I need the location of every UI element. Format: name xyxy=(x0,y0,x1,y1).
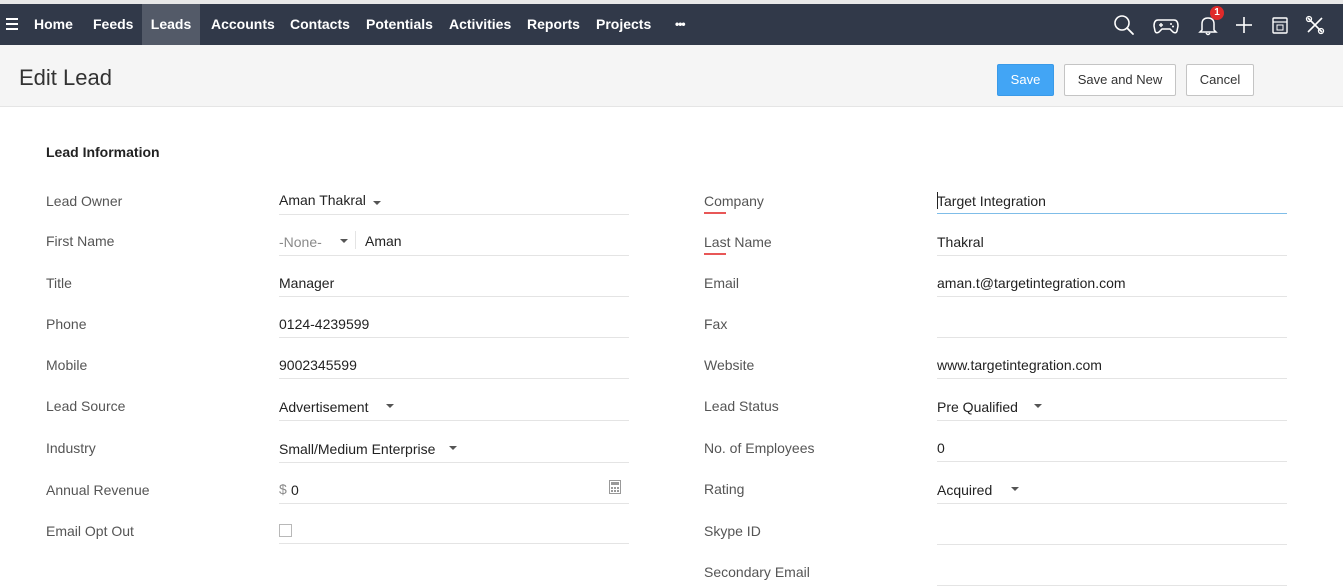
calendar-icon[interactable] xyxy=(1267,12,1293,38)
field-underline xyxy=(937,255,1287,256)
search-icon[interactable] xyxy=(1111,12,1137,38)
company-input[interactable]: Target Integration xyxy=(937,193,1046,209)
annual-revenue-label: Annual Revenue xyxy=(46,482,150,498)
title-input[interactable]: Manager xyxy=(279,275,334,291)
field-underline xyxy=(279,214,629,215)
lead-status-select[interactable]: Pre Qualified xyxy=(937,399,1018,415)
nav-home[interactable]: Home xyxy=(34,4,73,45)
chevron-down-icon[interactable] xyxy=(386,404,394,408)
notification-badge: 1 xyxy=(1210,6,1224,20)
fax-label: Fax xyxy=(704,316,728,332)
website-input[interactable]: www.targetintegration.com xyxy=(937,357,1102,373)
lead-source-label: Lead Source xyxy=(46,398,126,414)
nav-projects[interactable]: Projects xyxy=(596,4,651,45)
company-label: Company xyxy=(704,193,764,209)
save-and-new-button[interactable]: Save and New xyxy=(1064,64,1176,96)
cancel-button[interactable]: Cancel xyxy=(1186,64,1254,96)
field-underline xyxy=(279,503,629,504)
chevron-down-icon[interactable] xyxy=(373,201,381,205)
salutation-select[interactable]: -None- xyxy=(279,234,322,250)
field-underline xyxy=(279,255,629,256)
field-underline xyxy=(937,378,1287,379)
field-underline xyxy=(937,296,1287,297)
nav-feeds[interactable]: Feeds xyxy=(93,4,133,45)
required-indicator xyxy=(704,253,726,255)
save-button[interactable]: Save xyxy=(997,64,1054,96)
field-underline xyxy=(279,420,629,421)
field-underline xyxy=(937,420,1287,421)
field-underline xyxy=(279,378,629,379)
email-opt-out-label: Email Opt Out xyxy=(46,523,134,539)
required-indicator xyxy=(704,212,726,214)
phone-input[interactable]: 0124-4239599 xyxy=(279,316,369,332)
nav-reports[interactable]: Reports xyxy=(527,4,580,45)
title-label: Title xyxy=(46,275,72,291)
calculator-icon[interactable] xyxy=(609,480,621,494)
field-underline xyxy=(937,585,1287,586)
field-underline xyxy=(937,503,1287,504)
nav-accounts[interactable]: Accounts xyxy=(211,4,275,45)
phone-label: Phone xyxy=(46,316,87,332)
chevron-down-icon[interactable] xyxy=(1011,487,1019,491)
email-label: Email xyxy=(704,275,740,291)
rating-label: Rating xyxy=(704,481,745,497)
lead-owner-label: Lead Owner xyxy=(46,193,123,209)
field-underline xyxy=(937,461,1287,462)
nav-contacts[interactable]: Contacts xyxy=(290,4,350,45)
employees-input[interactable]: 0 xyxy=(937,440,945,456)
section-title: Lead Information xyxy=(46,144,160,160)
field-divider xyxy=(355,231,356,249)
first-name-label: First Name xyxy=(46,233,115,249)
lead-owner-select[interactable]: Aman Thakral xyxy=(279,192,366,208)
industry-select[interactable]: Small/Medium Enterprise xyxy=(279,441,435,457)
nav-potentials[interactable]: Potentials xyxy=(366,4,433,45)
rating-select[interactable]: Acquired xyxy=(937,482,992,498)
nav-more[interactable]: ••• xyxy=(675,4,686,45)
first-name-input[interactable]: Aman xyxy=(365,233,402,249)
add-icon[interactable] xyxy=(1231,12,1257,38)
field-underline xyxy=(279,543,629,544)
lead-status-label: Lead Status xyxy=(704,398,779,414)
nav-leads[interactable]: Leads xyxy=(142,4,200,45)
last-name-input[interactable]: Thakral xyxy=(937,234,984,250)
website-label: Website xyxy=(704,357,755,373)
chevron-down-icon[interactable] xyxy=(1034,404,1042,408)
field-underline xyxy=(279,337,629,338)
text-cursor xyxy=(937,192,938,209)
mobile-input[interactable]: 9002345599 xyxy=(279,357,357,373)
menu-icon[interactable] xyxy=(6,16,18,32)
secondary-email-label: Secondary Email xyxy=(704,564,810,580)
field-underline xyxy=(937,544,1287,545)
lead-source-select[interactable]: Advertisement xyxy=(279,399,368,415)
chevron-down-icon[interactable] xyxy=(340,239,348,243)
annual-revenue-input[interactable]: 0 xyxy=(291,482,299,498)
chevron-down-icon[interactable] xyxy=(449,446,457,450)
top-navigation-bar: Home Feeds Leads Accounts Contacts Poten… xyxy=(0,4,1343,45)
field-underline-focused xyxy=(937,213,1287,214)
page-title: Edit Lead xyxy=(19,65,112,90)
setup-tools-icon[interactable] xyxy=(1302,12,1328,38)
currency-symbol: $ xyxy=(279,481,287,497)
skype-id-label: Skype ID xyxy=(704,523,761,539)
field-underline xyxy=(279,462,629,463)
gamepad-icon[interactable] xyxy=(1152,12,1180,38)
nav-activities[interactable]: Activities xyxy=(449,4,511,45)
employees-label: No. of Employees xyxy=(704,440,815,456)
field-underline xyxy=(279,296,629,297)
industry-label: Industry xyxy=(46,440,96,456)
last-name-label: Last Name xyxy=(704,234,772,250)
mobile-label: Mobile xyxy=(46,357,88,373)
email-input[interactable]: aman.t@targetintegration.com xyxy=(937,275,1126,291)
page-header: Edit Lead Save Save and New Cancel xyxy=(0,45,1343,107)
email-opt-out-checkbox[interactable] xyxy=(279,524,292,537)
field-underline xyxy=(937,337,1287,338)
